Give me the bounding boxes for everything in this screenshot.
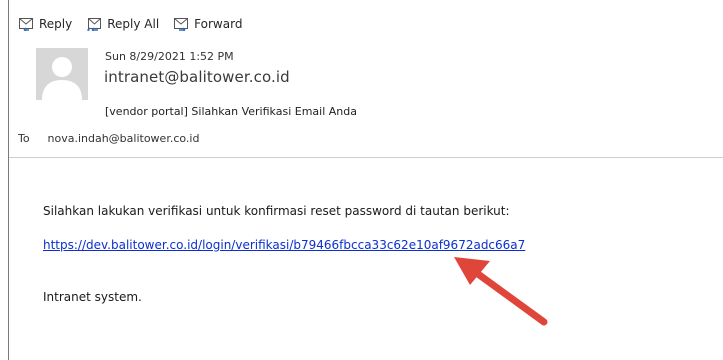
recipient-row: To nova.indah@balitower.co.id xyxy=(18,132,199,145)
message-subject: [vendor portal] Silahkan Verifikasi Emai… xyxy=(105,105,357,118)
message-date: Sun 8/29/2021 1:52 PM xyxy=(105,50,234,63)
reply-button[interactable]: Reply xyxy=(18,17,72,31)
reply-label: Reply xyxy=(39,17,73,31)
recipient-address[interactable]: nova.indah@balitower.co.id xyxy=(48,132,200,145)
window-left-border xyxy=(8,0,9,360)
body-signature: Intranet system. xyxy=(43,290,142,304)
forward-icon xyxy=(173,17,190,31)
reply-icon xyxy=(18,17,35,31)
arrow-shaft xyxy=(474,270,548,326)
sender-address[interactable]: intranet@balitower.co.id xyxy=(104,68,290,86)
body-instruction: Silahkan lakukan verifikasi untuk konfir… xyxy=(43,204,510,218)
reply-all-label: Reply All xyxy=(107,17,160,31)
message-toolbar: Reply Reply All Forward xyxy=(18,14,242,34)
reply-all-icon xyxy=(86,17,103,31)
reply-all-button[interactable]: Reply All xyxy=(86,17,159,31)
forward-label: Forward xyxy=(194,17,243,31)
forward-button[interactable]: Forward xyxy=(173,17,242,31)
annotation-arrow xyxy=(454,257,548,326)
sender-avatar xyxy=(36,48,88,100)
header-divider xyxy=(9,157,723,158)
to-label: To xyxy=(18,132,30,145)
